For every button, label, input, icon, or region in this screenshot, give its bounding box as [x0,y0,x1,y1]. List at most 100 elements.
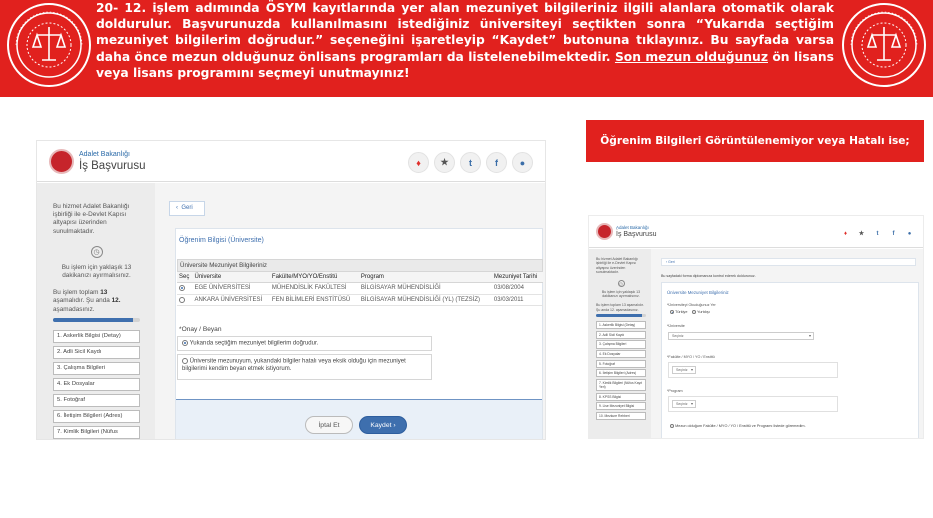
faculty-select[interactable]: Seçiniz [672,366,696,374]
form-note: Bu sayfadaki forma diplomanıza kontrol e… [661,274,756,278]
service-info: Bu hizmet Adalet Bakanlığı işbirliği ile… [596,257,638,275]
select-cell[interactable] [177,294,193,307]
step-item[interactable]: 7. Kimlik Bilgileri (Nüfus [53,425,140,439]
section-title: Öğrenim Bilgisi (Üniversite) [179,237,264,244]
fire-icon[interactable]: ♦ [840,228,851,239]
cell-university: ANKARA ÜNİVERSİTESİ [192,294,270,307]
header-icons: ♦ ★ t f ● [840,228,915,239]
facebook-icon[interactable]: f [486,152,507,173]
instruction-banner: 20- 12. işlem adımında ÖSYM kayıtlarında… [0,0,933,97]
column-header: Seç [177,272,193,283]
table-row[interactable]: EGE ÜNİVERSİTESİ MÜHENDİSLİK FAKÜLTESİ BİL… [177,282,543,295]
time-estimate: Bu işlem için yaklaşık 13 dakikanızı ayı… [601,289,641,299]
cancel-button[interactable]: İptal Et [305,416,353,434]
app-title: İş Başvurusu [79,160,146,172]
program-select[interactable]: Seçiniz [672,400,696,408]
program-label: *Program [667,389,683,393]
column-header: Üniversite [192,272,270,283]
education-panel: Öğrenim Bilgisi (Üniversite) Üniversite … [175,228,543,439]
step-info: Bu işlem toplam 13 aşamalıdır. Şu anda 1… [53,289,121,313]
cell-program: BİLGİSAYAR MÜHENDİSLİĞİ (YL) (TEZSİZ) [358,294,492,307]
step-item[interactable]: 9. Lise Mezuniyet Bilgisi [596,402,646,411]
cell-faculty: MÜHENDİSLİK FAKÜLTESİ [269,282,359,295]
progress-bar [53,317,140,322]
step-list: 1. Askerlik Bilgisi (Detay) 2. Adli Sicil… [53,329,140,439]
university-label: *Üniversite [667,324,685,328]
chat-icon[interactable]: ● [904,228,915,239]
column-header: Mezuniyet Tarihi [491,272,543,283]
main-content: ‹ Geri Bu sayfadaki forma diplomanıza ko… [651,249,923,438]
radio-abroad[interactable]: Yurtdışı [692,310,710,314]
step-item[interactable]: 6. İletişim Bilgileri (Adres) [53,409,140,423]
service-info: Bu hizmet Adalet Bakanlığı işbirliği ile… [53,203,130,235]
step-item[interactable]: 4. Ek Dosyalar [53,377,140,391]
radio-icon[interactable] [179,296,185,303]
radio-selected-icon[interactable] [670,310,674,314]
chat-icon[interactable]: ● [512,152,533,173]
screenshot-university-selection: Adalet Bakanlığı İş Başvurusu ♦ ★ t f ● … [36,140,546,440]
site-header: Adalet Bakanlığı İş Başvurusu ♦ ★ t f ● [589,216,923,248]
twitter-icon[interactable]: t [460,152,481,173]
manual-entry-panel: Üniversite Mezuniyet Bilgileriniz *Ünive… [661,282,919,438]
ministry-logo-icon [49,149,74,174]
step-item[interactable]: 7. Kimlik Bilgileri (Nüfus Kayıt Yeri) [596,378,646,391]
save-button[interactable]: Kaydet › [359,416,407,434]
table-row[interactable]: ANKARA ÜNİVERSİTESİ FEN BİLİMLERİ ENSTİTÜ… [177,294,543,307]
step-item[interactable]: 5. Fotoğraf [53,393,140,407]
step-item[interactable]: 1. Askerlik Bilgisi (Detay) [53,329,140,343]
radio-icon[interactable] [670,424,674,428]
column-header: Fakülte/MYO/YO/Enstitü [269,272,359,283]
star-icon[interactable]: ★ [856,228,867,239]
ministry-seal-icon [842,3,926,87]
back-button[interactable]: ‹ Geri [169,201,205,216]
main-content: ‹ Geri Öğrenim Bilgisi (Üniversite) Üniv… [155,183,545,439]
step-item[interactable]: 10. Mezkure Rehberi [596,411,646,420]
confirm-option-declare[interactable]: Üniversite mezunuyum, yukarıdaki bilgile… [177,354,432,380]
section-title: Üniversite Mezuniyet Bilgileriniz [667,290,729,295]
radio-icon[interactable] [692,310,696,314]
radio-turkey[interactable]: Türkiye [670,310,687,314]
fire-icon[interactable]: ♦ [408,152,429,173]
sidebar: Bu hizmet Adalet Bakanlığı işbirliği ile… [589,249,651,438]
step-item[interactable]: 2. Adli Sicil Kaydı [53,345,140,359]
step-item[interactable]: 8. KPSS Bilgisi [596,392,646,401]
cell-faculty: FEN BİLİMLERİ ENSTİTÜSÜ [269,294,359,307]
clock-icon: ◷ [90,245,103,258]
step-list: 1. Askerlik Bilgisi (Detay) 2. Adli Sicil… [596,321,646,420]
twitter-icon[interactable]: t [872,228,883,239]
cell-program: BİLGİSAYAR MÜHENDİSLİĞİ [358,282,492,295]
clock-icon: ◷ [617,279,625,287]
radio-selected-icon[interactable] [179,285,185,291]
screenshot-manual-entry: Adalet Bakanlığı İş Başvurusu ♦ ★ t f ● … [588,215,924,439]
confirm-option-correct[interactable]: Yukarıda seçtiğim mezuniyet bilgilerim d… [177,336,432,351]
step-info: Bu işlem toplam 13 aşamalıdır. Şu anda 1… [596,303,644,312]
step-item[interactable]: 3. Çalışma Bilgileri [53,361,140,375]
radio-selected-icon[interactable] [182,340,188,346]
banner-instructions: 20- 12. işlem adımında ÖSYM kayıtlarında… [96,1,835,80]
progress-bar [596,314,646,318]
cell-date: 03/08/2004 [491,282,543,295]
org-name: Adalet Bakanlığı [79,151,130,158]
step-item[interactable]: 5. Fotoğraf [596,359,646,368]
missing-program-option[interactable]: Mezun olduğum Fakülte / MYO / YO / Ensti… [670,424,806,428]
step-item[interactable]: 4. Ek Dosyalar [596,350,646,359]
site-header: Adalet Bakanlığı İş Başvurusu ♦ ★ t f ● [37,141,545,182]
radio-icon[interactable] [182,358,188,364]
step-item[interactable]: 3. Çalışma Bilgileri [596,340,646,349]
star-icon[interactable]: ★ [434,152,455,173]
step-item[interactable]: 2. Adli Sicil Kaydı [596,330,646,339]
step-item[interactable]: 6. İletişim Bilgileri (Adres) [596,369,646,378]
app-title: İş Başvurusu [616,231,657,238]
action-bar: İptal Et Kaydet › [176,399,542,439]
graduation-table: Üniversite Mezuniyet Bilgileriniz Seç Üni… [177,259,543,307]
select-cell[interactable] [177,282,193,295]
org-name: Adalet Bakanlığı [616,225,649,230]
cell-university: EGE ÜNİVERSİTESİ [192,282,270,295]
university-select[interactable]: Seçiniz [668,332,814,340]
ministry-logo-icon [596,223,613,240]
facebook-icon[interactable]: f [888,228,899,239]
step-item[interactable]: 1. Askerlik Bilgisi (Detay) [596,321,646,330]
back-button[interactable]: ‹ Geri [661,258,916,266]
sidebar: Bu hizmet Adalet Bakanlığı işbirliği ile… [37,183,155,439]
error-hint-label: Öğrenim Bilgileri Görüntülenemiyor veya … [586,120,924,162]
